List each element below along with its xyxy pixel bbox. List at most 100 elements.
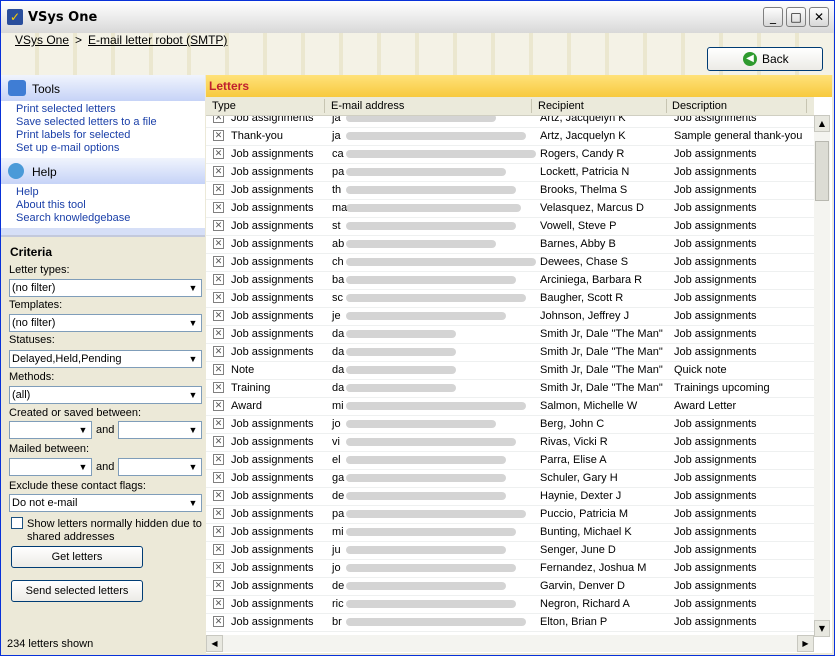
table-row[interactable]: ✕ Job assignments ma Velasquez, Marcus D Job… <box>206 199 814 218</box>
row-recipient: Artz, Jacquelyn K <box>540 116 626 124</box>
table-row[interactable]: ✕ Job assignments de Garvin, Denver D Job as… <box>206 577 814 596</box>
column-header-type[interactable]: Type <box>212 100 236 112</box>
table-row[interactable]: ✕ Job assignments de Haynie, Dexter J Job as… <box>206 487 814 506</box>
row-checkbox[interactable]: ✕ <box>213 346 224 357</box>
help-link[interactable]: Help <box>16 186 205 199</box>
row-checkbox[interactable]: ✕ <box>213 418 224 429</box>
row-email: mi <box>332 526 344 538</box>
table-row[interactable]: ✕ Note da Smith Jr, Dale "The Man" Quick not… <box>206 361 814 380</box>
row-checkbox[interactable]: ✕ <box>213 292 224 303</box>
column-divider[interactable] <box>324 99 325 113</box>
scroll-down-icon[interactable]: ▼ <box>814 620 830 637</box>
row-checkbox[interactable]: ✕ <box>213 526 224 537</box>
column-header-email[interactable]: E-mail address <box>331 100 404 112</box>
methods-select[interactable]: (all) ▼ <box>9 386 202 404</box>
row-checkbox[interactable]: ✕ <box>213 580 224 591</box>
vertical-scrollbar[interactable]: ▲ ▼ <box>814 115 830 637</box>
show-hidden-checkbox[interactable] <box>11 517 23 529</box>
row-checkbox[interactable]: ✕ <box>213 116 224 123</box>
table-row[interactable]: ✕ Job assignments ch Dewees, Chase S Job ass… <box>206 253 814 272</box>
breadcrumb-home-link[interactable]: VSys One <box>15 33 69 47</box>
row-checkbox[interactable]: ✕ <box>213 364 224 375</box>
get-letters-button[interactable]: Get letters <box>11 546 143 568</box>
row-checkbox[interactable]: ✕ <box>213 454 224 465</box>
statuses-select[interactable]: Delayed,Held,Pending ▼ <box>9 350 202 368</box>
table-row[interactable]: ✕ Job assignments pa Puccio, Patricia M Job … <box>206 505 814 524</box>
templates-select[interactable]: (no filter) ▼ <box>9 314 202 332</box>
table-row[interactable]: ✕ Job assignments br Elton, Brian P Job assi… <box>206 613 814 632</box>
table-row[interactable]: ✕ Job assignments ab Barnes, Abby B Job assi… <box>206 235 814 254</box>
send-selected-letters-button[interactable]: Send selected letters <box>11 580 143 602</box>
row-checkbox[interactable]: ✕ <box>213 436 224 447</box>
row-checkbox[interactable]: ✕ <box>213 328 224 339</box>
table-row[interactable]: ✕ Job assignments el Parra, Elise A Job assi… <box>206 451 814 470</box>
about-tool-link[interactable]: About this tool <box>16 199 205 212</box>
table-row[interactable]: ✕ Job assignments jo Fernandez, Joshua M Job… <box>206 559 814 578</box>
column-header-description[interactable]: Description <box>672 100 727 112</box>
table-row[interactable]: ✕ Job assignments st Vowell, Steve P Job ass… <box>206 217 814 236</box>
table-row[interactable]: ✕ Job assignments da Smith Jr, Dale "The Ma… <box>206 343 814 362</box>
exclude-flags-select[interactable]: Do not e-mail ▼ <box>9 494 202 512</box>
created-from-date[interactable]: ▼ <box>9 421 92 439</box>
scroll-up-icon[interactable]: ▲ <box>814 115 830 132</box>
scroll-thumb[interactable] <box>815 141 829 201</box>
table-row[interactable]: ✕ Training da Smith Jr, Dale "The Man" Train… <box>206 379 814 398</box>
row-checkbox[interactable]: ✕ <box>213 400 224 411</box>
table-row[interactable]: ✕ Job assignments th Brooks, Thelma S Job as… <box>206 181 814 200</box>
table-row[interactable]: ✕ Job assignments je Johnson, Jeffrey J Job … <box>206 307 814 326</box>
table-row[interactable]: ✕ Job assignments ric Negron, Richard A Job … <box>206 595 814 614</box>
table-row[interactable]: ✕ Job assignments jo Berg, John C Job assign… <box>206 415 814 434</box>
row-checkbox[interactable]: ✕ <box>213 598 224 609</box>
column-divider[interactable] <box>531 99 532 113</box>
row-checkbox[interactable]: ✕ <box>213 256 224 267</box>
row-checkbox[interactable]: ✕ <box>213 274 224 285</box>
created-to-date[interactable]: ▼ <box>118 421 202 439</box>
row-checkbox[interactable]: ✕ <box>213 508 224 519</box>
table-row[interactable]: ✕ Award mi Salmon, Michelle W Award Letter <box>206 397 814 416</box>
horizontal-scrollbar[interactable]: ◀ ▶ <box>206 635 814 652</box>
breadcrumb-current-link[interactable]: E-mail letter robot (SMTP) <box>88 33 227 47</box>
row-checkbox[interactable]: ✕ <box>213 562 224 573</box>
table-row[interactable]: ✕ Job assignments ba Arciniega, Barbara R Jo… <box>206 271 814 290</box>
row-checkbox[interactable]: ✕ <box>213 616 224 627</box>
table-row[interactable]: ✕ Job assignments da Smith Jr, Dale "The Ma… <box>206 325 814 344</box>
row-checkbox[interactable]: ✕ <box>213 544 224 555</box>
mailed-to-date[interactable]: ▼ <box>118 458 202 476</box>
table-row[interactable]: ✕ Job assignments ga Schuler, Gary H Job ass… <box>206 469 814 488</box>
row-checkbox[interactable]: ✕ <box>213 310 224 321</box>
email-options-link[interactable]: Set up e-mail options <box>16 142 205 155</box>
column-divider[interactable] <box>806 99 807 113</box>
row-checkbox[interactable]: ✕ <box>213 184 224 195</box>
row-checkbox[interactable]: ✕ <box>213 238 224 249</box>
table-row[interactable]: ✕ Job assignments sc Baugher, Scott R Job as… <box>206 289 814 308</box>
table-row[interactable]: ✕ Job assignments vi Rivas, Vicki R Job assi… <box>206 433 814 452</box>
row-checkbox[interactable]: ✕ <box>213 472 224 483</box>
back-button[interactable]: ◀ Back <box>707 47 823 71</box>
scroll-left-icon[interactable]: ◀ <box>206 635 223 652</box>
row-checkbox[interactable]: ✕ <box>213 202 224 213</box>
scroll-right-icon[interactable]: ▶ <box>797 635 814 652</box>
row-checkbox[interactable]: ✕ <box>213 130 224 141</box>
row-checkbox[interactable]: ✕ <box>213 220 224 231</box>
print-labels-link[interactable]: Print labels for selected <box>16 129 205 142</box>
row-checkbox[interactable]: ✕ <box>213 166 224 177</box>
row-checkbox[interactable]: ✕ <box>213 148 224 159</box>
row-checkbox[interactable]: ✕ <box>213 382 224 393</box>
column-header-recipient[interactable]: Recipient <box>538 100 584 112</box>
print-selected-letters-link[interactable]: Print selected letters <box>16 103 205 116</box>
maximize-button[interactable]: □ <box>786 7 806 27</box>
table-row[interactable]: ✕ Job assignments ca Rogers, Candy R Job ass… <box>206 145 814 164</box>
table-row[interactable]: ✕ Thank-you ja Artz, Jacquelyn K Sample gene… <box>206 127 814 146</box>
search-knowledgebase-link[interactable]: Search knowledgebase <box>16 212 205 225</box>
window-title: VSys One <box>28 10 98 25</box>
table-row[interactable]: ✕ Job assignments mi Bunting, Michael K Job … <box>206 523 814 542</box>
column-divider[interactable] <box>666 99 667 113</box>
letter-types-select[interactable]: (no filter) ▼ <box>9 279 202 297</box>
mailed-from-date[interactable]: ▼ <box>9 458 92 476</box>
row-checkbox[interactable]: ✕ <box>213 490 224 501</box>
minimize-button[interactable]: _ <box>763 7 783 27</box>
close-button[interactable]: ✕ <box>809 7 829 27</box>
table-row[interactable]: ✕ Job assignments ju Senger, June D Job assi… <box>206 541 814 560</box>
table-row[interactable]: ✕ Job assignments pa Lockett, Patricia N Job… <box>206 163 814 182</box>
save-selected-letters-link[interactable]: Save selected letters to a file <box>16 116 205 129</box>
